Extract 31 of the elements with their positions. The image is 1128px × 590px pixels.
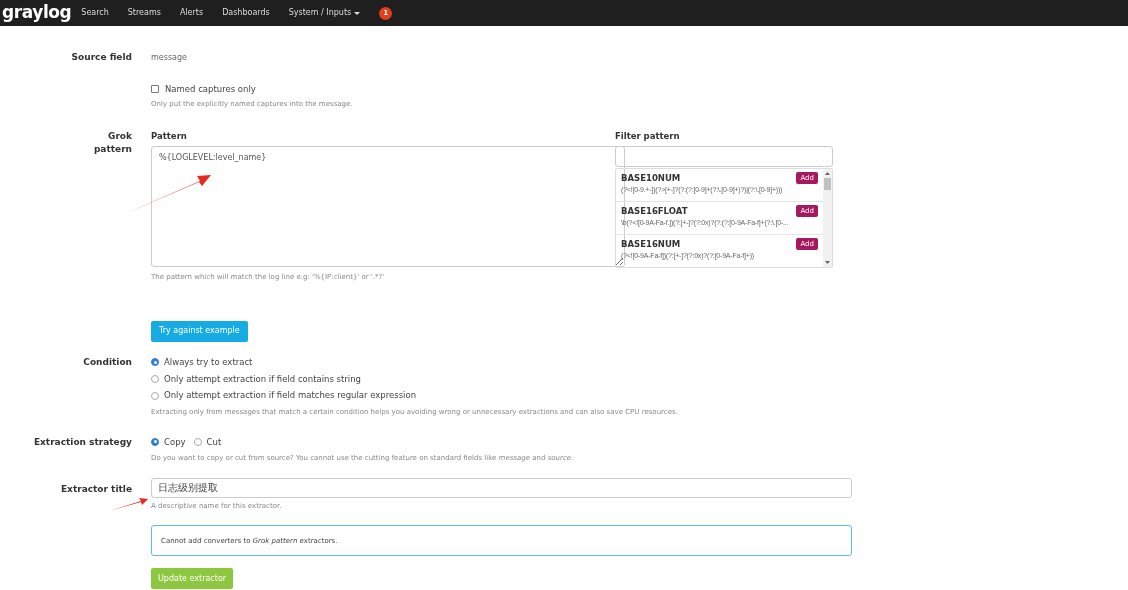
scrollbar[interactable]	[823, 168, 832, 267]
filter-input[interactable]	[615, 145, 833, 167]
nav-link[interactable]: Search	[81, 7, 109, 19]
nav-link[interactable]: Dashboards	[222, 7, 270, 19]
radio-label: Copy	[164, 435, 186, 449]
radio-label: Only attempt extraction if field contains string	[164, 372, 361, 386]
field-label: Condition	[82, 355, 132, 369]
field-label: Extraction strategy	[32, 435, 132, 449]
scroll-down-icon[interactable]	[825, 260, 830, 264]
field-label: Filter pattern	[615, 129, 681, 143]
field-value: message	[151, 51, 188, 64]
field-label: Grok pattern	[92, 129, 132, 156]
nav-link[interactable]: Streams	[127, 7, 161, 19]
field-label: Source field	[70, 51, 132, 64]
radio-label: Cut	[206, 435, 222, 449]
radio-label: Always try to extract	[164, 355, 253, 369]
checkbox-label: Named captures only	[165, 82, 256, 96]
field-label: Extractor title	[59, 482, 132, 496]
scroll-thumb[interactable]	[824, 177, 831, 190]
radio-button[interactable]	[151, 358, 159, 367]
nav-link[interactable]: System / Inputs	[288, 7, 361, 19]
radio-button[interactable]	[151, 391, 159, 400]
checkbox[interactable]	[151, 84, 159, 93]
radio-button[interactable]	[151, 437, 159, 446]
radio-label: Only attempt extraction if field matches regular expression	[164, 389, 417, 402]
radio-button[interactable]	[193, 437, 202, 446]
nav-link[interactable]: Alerts	[179, 7, 204, 19]
scroll-up-icon[interactable]	[825, 171, 830, 175]
radio-button[interactable]	[151, 374, 159, 383]
logo[interactable]: graylog	[2, 0, 72, 26]
title-input[interactable]: 日志级别提取	[151, 477, 852, 498]
